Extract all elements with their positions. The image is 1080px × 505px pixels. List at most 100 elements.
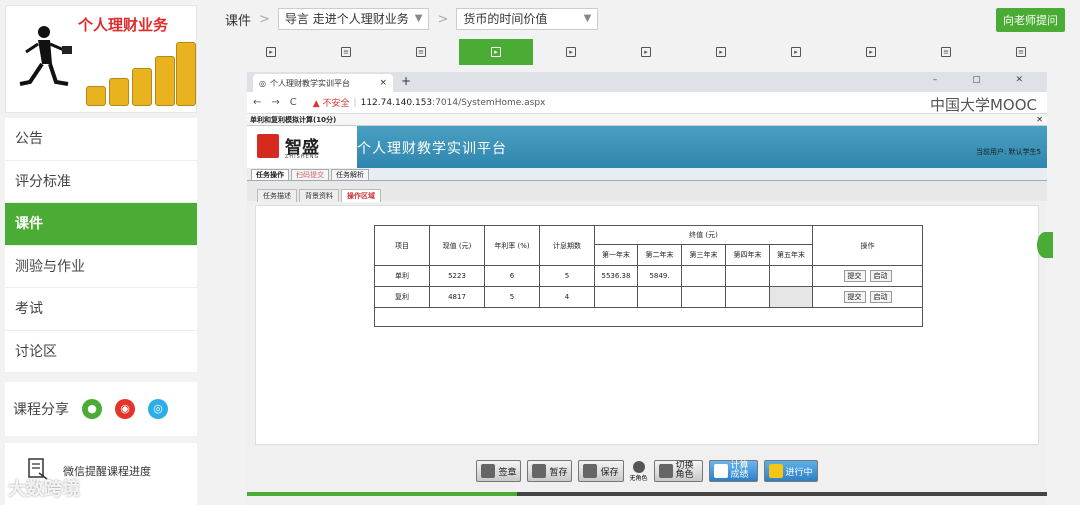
year2-input[interactable]: 5849. xyxy=(637,265,682,287)
window-controls[interactable]: – ▢ ✕ xyxy=(933,75,1039,85)
ask-teacher-button[interactable]: 向老师提问 xyxy=(996,8,1065,32)
logo: 智盛 ZHISHENG xyxy=(247,126,357,168)
course-menu: 公告 评分标准 课件 测验与作业 考试 讨论区 xyxy=(5,118,197,373)
switch-role-button[interactable]: 切换角色 xyxy=(653,460,703,482)
unit-video-4[interactable]: ▸ xyxy=(609,39,683,65)
menu-item-announcements[interactable]: 公告 xyxy=(5,118,197,161)
tab-task-analysis[interactable]: 任务解析 xyxy=(331,169,369,180)
pen-icon xyxy=(481,464,496,478)
col-year1: 第一年末 xyxy=(594,244,638,266)
year4-input[interactable] xyxy=(725,286,770,308)
browser-tab[interactable]: ◎ 个人理财教学实训平台 × xyxy=(253,74,393,92)
video-progress-remaining[interactable] xyxy=(517,492,1047,496)
address-bar[interactable]: ←→C ▲ 不安全 | 112.74.140.153 :7014/SystemH… xyxy=(247,92,1047,114)
sign-label: 签章 xyxy=(498,467,517,478)
dialog-title-bar: 单利和复利模拟计算(10分) ✕ xyxy=(247,114,1047,126)
lecture-video[interactable]: ◎ 个人理财教学实训平台 × + – ▢ ✕ ←→C ▲ 不安全 | 112.7… xyxy=(247,72,1053,505)
chapter-select[interactable]: 导言 走进个人理财业务 ▼ xyxy=(277,8,430,30)
new-tab-button[interactable]: + xyxy=(401,74,411,88)
qq-icon[interactable]: ◎ xyxy=(148,399,168,419)
app-header: 智盛 ZHISHENG 个人理财教学实训平台 当前用户: 默认学生5 xyxy=(247,126,1047,168)
section-select[interactable]: 货币的时间价值 ▼ xyxy=(456,8,599,30)
course-share: 课程分享 ● ◉ ◎ xyxy=(5,382,197,436)
save-button[interactable]: 保存 xyxy=(578,460,624,482)
video-icon: ▸ xyxy=(791,47,801,57)
unit-video-2[interactable]: ▸ xyxy=(459,39,533,65)
tab-background[interactable]: 背景资料 xyxy=(299,189,339,202)
unit-video-7[interactable]: ▸ xyxy=(834,39,908,65)
unit-doc-3[interactable]: ≡ xyxy=(909,39,983,65)
task-tabs: 任务操作 扫码提交 任务解析 xyxy=(247,168,1047,181)
tab-task-operation[interactable]: 任务操作 xyxy=(251,169,289,180)
chevron-right-icon: > xyxy=(259,11,270,27)
side-float-tab[interactable] xyxy=(1037,232,1053,258)
sidebar: 个人理财业务 公告 评分标准 课件 测验与作业 考试 讨论区 课程分享 ● ◉ … xyxy=(0,0,205,505)
document-icon: ≡ xyxy=(341,47,351,57)
row-pv: 5223 xyxy=(429,265,485,287)
unit-video-6[interactable]: ▸ xyxy=(759,39,833,65)
coin-stack-icon xyxy=(132,68,152,106)
sub-tabs: 任务描述 背景资料 操作区域 xyxy=(257,189,383,202)
share-label: 课程分享 xyxy=(13,402,69,418)
in-progress-button[interactable]: 进行中 xyxy=(763,460,818,482)
table-footer xyxy=(374,307,923,327)
wechat-icon[interactable]: ● xyxy=(82,399,102,419)
tab-scan-submit[interactable]: 扫码提交 xyxy=(291,169,329,180)
close-icon[interactable]: ✕ xyxy=(1036,114,1043,126)
year3-input[interactable] xyxy=(681,265,726,287)
unit-video-3[interactable]: ▸ xyxy=(534,39,608,65)
section-select-value: 货币的时间价值 xyxy=(463,12,548,26)
interest-table: 项目 现值 (元) 年利率 (%) 计息期数 终值 (元) 操作 第一年末 第二… xyxy=(374,225,923,327)
submit-button[interactable]: 提交 xyxy=(843,270,866,282)
current-user: 当前用户: 默认学生5 xyxy=(975,148,1041,156)
tab-task-description[interactable]: 任务描述 xyxy=(257,189,297,202)
unit-doc-2[interactable]: ≡ xyxy=(384,39,458,65)
sign-button[interactable]: 签章 xyxy=(476,460,522,482)
row-item: 复利 xyxy=(374,286,430,308)
year1-input[interactable] xyxy=(594,286,638,308)
nav-arrows-icon[interactable]: ←→C xyxy=(253,97,307,108)
breadcrumb-courseware[interactable]: 课件 xyxy=(225,10,251,29)
coin-stack-icon xyxy=(109,78,129,106)
weibo-icon[interactable]: ◉ xyxy=(115,399,135,419)
col-year5: 第五年末 xyxy=(769,244,813,266)
unit-video-1[interactable]: ▸ xyxy=(234,39,308,65)
menu-item-exams[interactable]: 考试 xyxy=(5,288,197,331)
role-status: 无角色 xyxy=(630,460,648,482)
year2-input[interactable] xyxy=(637,286,682,308)
watermark-text: 大数跨境 xyxy=(8,479,80,500)
year5-input[interactable] xyxy=(769,286,813,308)
row-periods: 4 xyxy=(539,286,595,308)
unit-doc-4[interactable]: ≡ xyxy=(984,39,1058,65)
start-button[interactable]: 启动 xyxy=(869,270,892,282)
start-button[interactable]: 启动 xyxy=(869,291,892,303)
year4-input[interactable] xyxy=(725,265,770,287)
calc-score-button[interactable]: 计算成绩 xyxy=(708,460,758,482)
unit-doc-1[interactable]: ≡ xyxy=(309,39,383,65)
year1-input[interactable]: 5536.38 xyxy=(594,265,638,287)
dialog-title: 单利和复利模拟计算(10分) xyxy=(250,116,337,124)
video-progress-played[interactable] xyxy=(247,492,517,496)
logo-mark-icon xyxy=(257,134,279,158)
menu-item-quizzes[interactable]: 测验与作业 xyxy=(5,246,197,288)
menu-item-courseware[interactable]: 课件 xyxy=(5,203,197,246)
switch-icon xyxy=(658,464,673,478)
calculator-icon xyxy=(713,464,728,478)
row-item: 单利 xyxy=(374,265,430,287)
question-icon xyxy=(768,464,783,478)
globe-icon: ◎ xyxy=(259,78,266,88)
menu-item-discussion[interactable]: 讨论区 xyxy=(5,331,197,373)
menu-item-grading[interactable]: 评分标准 xyxy=(5,161,197,203)
pause-label: 暂存 xyxy=(549,467,568,478)
pause-button[interactable]: 暂存 xyxy=(527,460,573,482)
year5-input[interactable] xyxy=(769,265,813,287)
mooc-watermark: 中国大学MOOC xyxy=(929,96,1037,114)
close-tab-icon[interactable]: × xyxy=(379,78,387,88)
submit-button[interactable]: 提交 xyxy=(843,291,866,303)
tab-operation-area[interactable]: 操作区域 xyxy=(341,189,381,202)
logo-subtext: ZHISHENG xyxy=(285,154,320,160)
table-row: 复利 4817 5 4 提交 启动 xyxy=(374,286,923,308)
year3-input[interactable] xyxy=(681,286,726,308)
unit-video-5[interactable]: ▸ xyxy=(684,39,758,65)
switch-role-label: 切换角色 xyxy=(675,461,694,480)
